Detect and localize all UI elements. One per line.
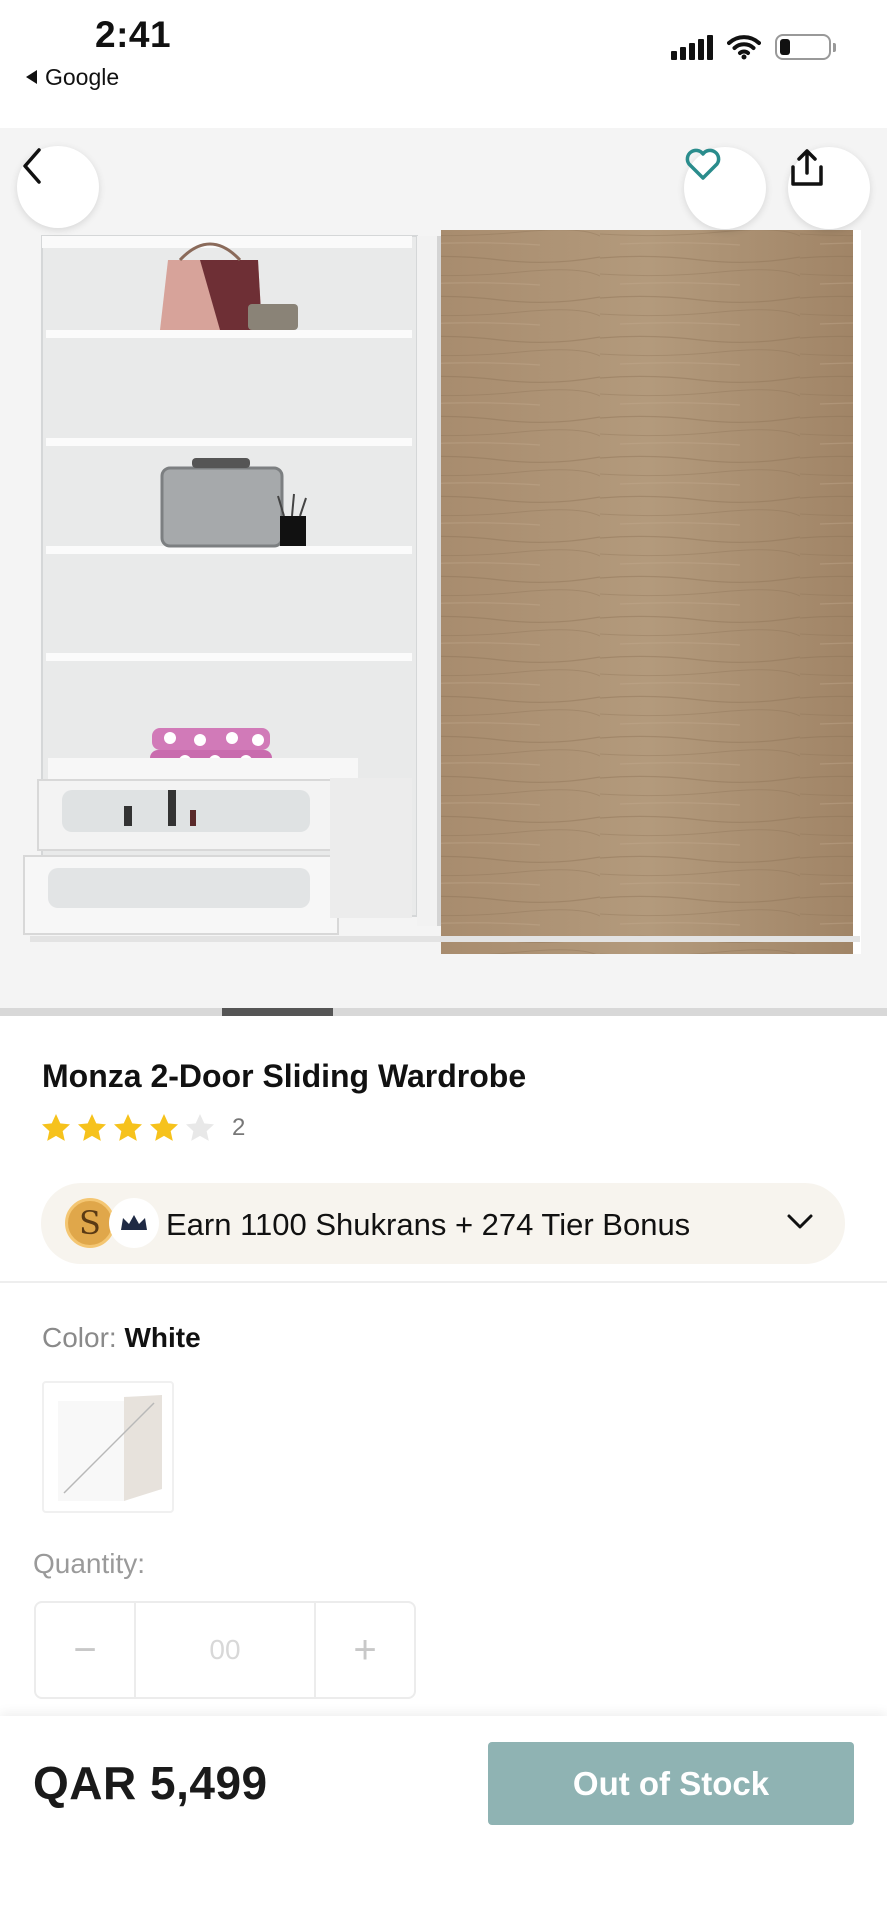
out-of-stock-button[interactable]: Out of Stock [488, 1742, 854, 1825]
shukran-coin-icon: S [65, 1198, 115, 1248]
signal-icon [671, 34, 713, 60]
color-swatch-white[interactable] [42, 1381, 174, 1513]
battery-icon [775, 34, 836, 60]
carousel-progress-thumb [222, 1008, 333, 1016]
product-rating[interactable]: 2 [40, 1112, 245, 1144]
crown-icon [109, 1198, 159, 1248]
review-count: 2 [232, 1114, 246, 1141]
star-empty-icon [186, 1114, 214, 1141]
share-icon [791, 149, 823, 186]
carousel-progress [0, 1008, 887, 1016]
decrement-button[interactable]: − [36, 1603, 134, 1697]
status-time: 2:41 [95, 14, 172, 55]
star-filled-icon [150, 1114, 178, 1141]
star-filled-icon [42, 1114, 70, 1141]
increment-button[interactable]: + [316, 1603, 414, 1697]
share-button[interactable] [788, 147, 870, 229]
product-price: QAR 5,499 [33, 1757, 268, 1809]
color-label: Color: [42, 1322, 117, 1353]
back-app-label: Google [45, 64, 120, 90]
product-image-carousel[interactable] [0, 128, 887, 1010]
chevron-down-icon [787, 1214, 813, 1229]
status-icons [671, 34, 836, 60]
color-value: White [124, 1322, 201, 1353]
product-title: Monza 2-Door Sliding Wardrobe [42, 1058, 527, 1094]
color-selector-label: Color: White [42, 1322, 201, 1354]
status-bar: 2:41 Google [0, 0, 887, 128]
wifi-icon [727, 35, 761, 60]
section-divider [0, 1281, 887, 1283]
wardrobe-image [23, 230, 861, 954]
swatch-thumbnail [58, 1395, 162, 1501]
favorite-button[interactable] [684, 147, 766, 229]
purchase-bar: QAR 5,499 Out of Stock [0, 1716, 887, 1920]
star-filled-icon [114, 1114, 142, 1141]
quantity-label: Quantity: [33, 1548, 146, 1579]
star-filled-icon [78, 1114, 106, 1141]
quantity-stepper: − 00 + [34, 1601, 416, 1699]
heart-icon [685, 148, 721, 180]
back-button[interactable] [17, 146, 99, 228]
quantity-value[interactable]: 00 [134, 1603, 316, 1697]
back-to-app-link[interactable]: Google [26, 64, 119, 91]
back-triangle-icon [26, 70, 37, 84]
shukran-banner[interactable]: S Earn 1100 Shukrans + 274 Tier Bonus [41, 1183, 845, 1264]
shukran-text: Earn 1100 Shukrans + 274 Tier Bonus [166, 1207, 691, 1242]
chevron-left-icon [23, 148, 41, 184]
